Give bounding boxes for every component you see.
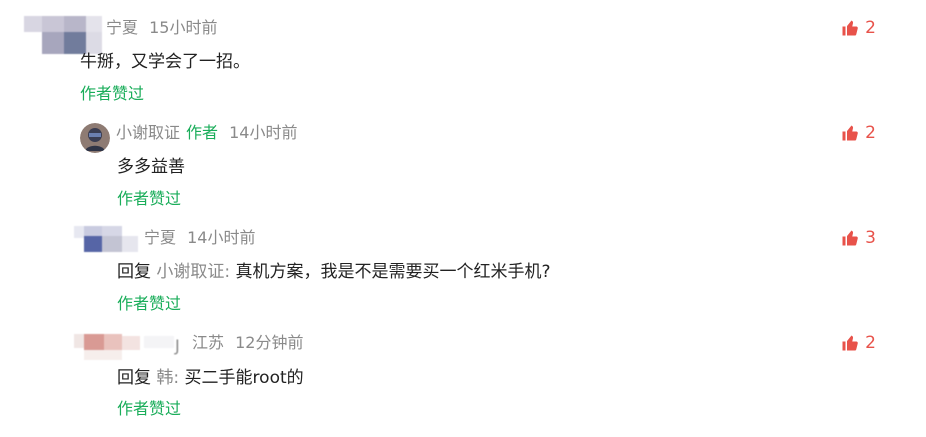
reply-prefix: 回复 (117, 262, 151, 282)
reply-prefix: 回复 (117, 368, 151, 388)
comment-meta: 江苏 12分钟前 (192, 332, 303, 354)
username[interactable]: 小谢取证 (116, 123, 180, 142)
svg-text:J: J (174, 336, 180, 355)
timestamp: 14小时前 (229, 123, 298, 142)
thumbs-up-icon (842, 335, 858, 351)
thumbs-up-icon (842, 230, 858, 246)
like-count: 2 (865, 123, 876, 143)
reply-content: 真机方案，我是不是需要买一个红米手机? (235, 262, 551, 282)
comment-text: 回复 韩: 买二手能root的 (117, 366, 304, 390)
like-count: 3 (865, 228, 876, 248)
timestamp: 15小时前 (149, 18, 218, 37)
comment-meta: 宁夏 15小时前 (106, 17, 217, 39)
comment-meta: 宁夏 14小时前 (144, 227, 255, 249)
username[interactable]: 宁夏 (144, 228, 176, 247)
author-liked-label: 作者赞过 (117, 189, 182, 208)
avatar[interactable] (74, 224, 144, 256)
timestamp: 14小时前 (187, 228, 256, 247)
comment-text: 回复 小谢取证: 真机方案，我是不是需要买一个红米手机? (117, 260, 551, 284)
reply-target-user[interactable]: 小谢取证: (156, 262, 230, 282)
like-button[interactable]: 2 (841, 122, 876, 144)
author-badge: 作者 (186, 123, 219, 142)
reply-target-user[interactable]: 韩: (156, 368, 179, 388)
reply-content: 买二手能root的 (184, 368, 304, 388)
like-count: 2 (865, 333, 876, 353)
pixelated-avatar-icon (74, 226, 138, 252)
avatar[interactable]: J (74, 330, 188, 364)
comment-text: 多多益善 (117, 157, 185, 177)
author-liked-label: 作者赞过 (80, 84, 145, 103)
author-liked-label: 作者赞过 (117, 294, 182, 313)
username[interactable]: 宁夏 (106, 18, 138, 37)
thumbs-up-icon (842, 125, 858, 141)
thumbs-up-icon (842, 20, 858, 36)
like-count: 2 (865, 18, 876, 38)
comment-text: 牛掰，又学会了一招。 (80, 52, 250, 72)
like-button[interactable]: 2 (841, 17, 876, 39)
pixelated-avatar-icon: J (74, 334, 180, 360)
avatar[interactable] (80, 123, 110, 153)
username[interactable]: 江苏 (192, 333, 224, 352)
like-button[interactable]: 2 (841, 332, 876, 354)
author-liked-label: 作者赞过 (117, 399, 182, 418)
photo-avatar-icon (80, 123, 110, 153)
like-button[interactable]: 3 (841, 227, 876, 249)
comment-meta: 小谢取证 作者 14小时前 (116, 122, 298, 144)
timestamp: 12分钟前 (235, 333, 304, 352)
